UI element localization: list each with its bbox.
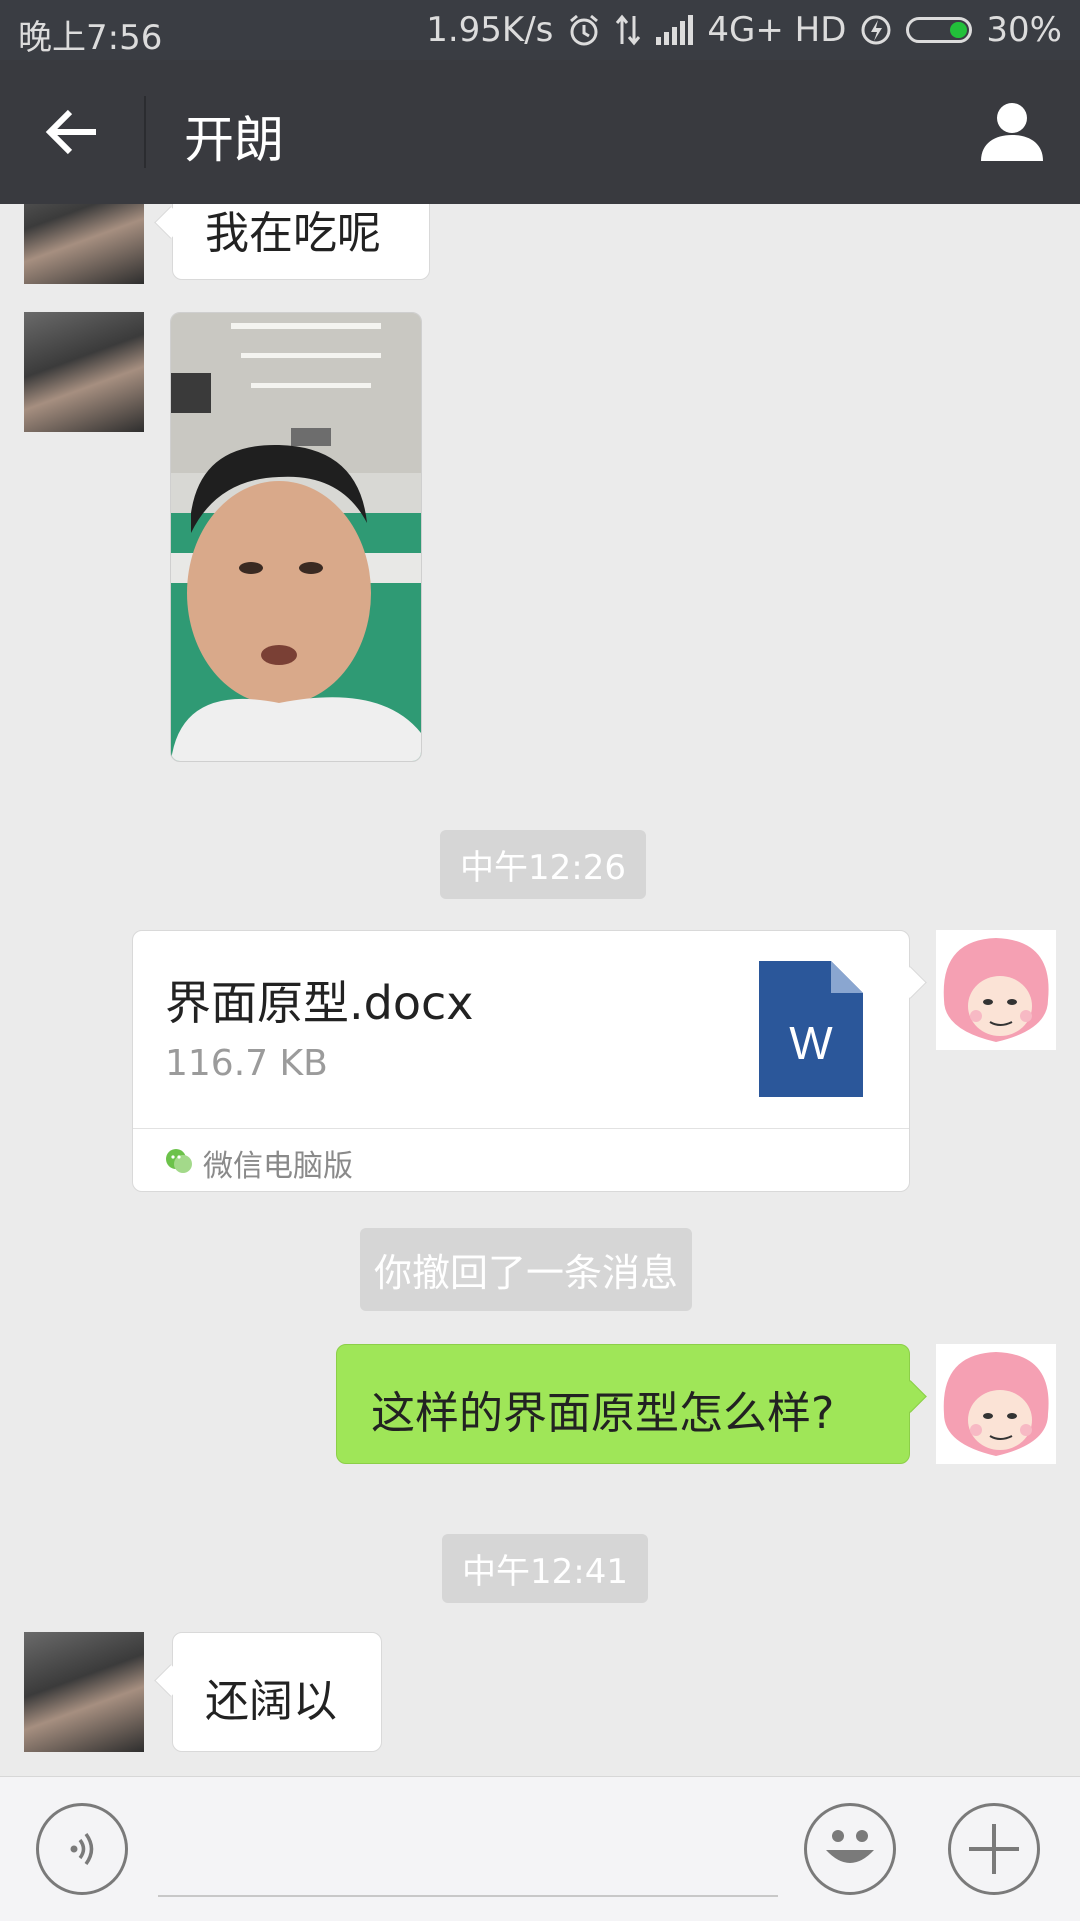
word-letter: W (789, 1017, 833, 1069)
battery-icon (906, 17, 973, 43)
network-type: 4G+ HD (707, 10, 847, 50)
arrow-left-icon (45, 109, 96, 155)
recall-notice: 你撤回了一条消息 (360, 1228, 693, 1311)
timestamp: 中午12:26 (440, 830, 646, 899)
back-button[interactable] (34, 94, 110, 170)
timestamp: 中午12:41 (442, 1534, 648, 1603)
status-right: 1.95K/s 4G+ HD 30% (426, 10, 1062, 50)
message-text: 这样的界面原型怎么样? (371, 1388, 835, 1439)
person-icon (981, 103, 1043, 161)
chat-header: 开朗 (0, 60, 1080, 204)
status-time: 晚上7:56 (18, 18, 163, 58)
avatar-image (936, 1344, 1056, 1464)
status-bar: 晚上7:56 1.95K/s 4G+ HD 30% (0, 0, 1080, 60)
contact-avatar[interactable] (24, 1632, 144, 1752)
contact-avatar[interactable] (24, 204, 144, 284)
message-text: 我在吃呢 (205, 208, 381, 259)
emoji-button[interactable] (804, 1803, 896, 1895)
file-footer: 微信电脑版 (133, 1128, 909, 1191)
message-input[interactable] (158, 1895, 778, 1897)
file-source: 微信电脑版 (203, 1149, 353, 1184)
emoji-icon (826, 1830, 874, 1863)
file-size: 116.7 KB (165, 1043, 328, 1084)
photo-image (171, 313, 421, 761)
contact-avatar[interactable] (24, 312, 144, 432)
data-transfer-icon (615, 14, 641, 46)
more-button[interactable] (948, 1803, 1040, 1895)
my-avatar[interactable] (936, 1344, 1056, 1464)
file-message[interactable]: 界面原型.docx 116.7 KB W 微信电脑版 (132, 930, 910, 1192)
message-bubble[interactable]: 我在吃呢 (172, 204, 430, 280)
input-bar (0, 1776, 1080, 1921)
voice-button[interactable] (36, 1803, 128, 1895)
battery-percent: 30% (986, 10, 1062, 50)
photo-message[interactable] (170, 312, 422, 762)
my-avatar[interactable] (936, 930, 1056, 1050)
profile-button[interactable] (974, 94, 1050, 170)
alarm-icon (567, 13, 601, 47)
wechat-icon (165, 1147, 193, 1175)
sent-message-bubble[interactable]: 这样的界面原型怎么样? (336, 1344, 910, 1464)
avatar-image (936, 930, 1056, 1050)
signal-icon (655, 15, 694, 45)
charging-icon (860, 14, 892, 46)
plus-icon (969, 1824, 1019, 1874)
message-bubble[interactable]: 还阔以 (172, 1632, 382, 1752)
chat-area[interactable]: 我在吃呢 中午12:26 界面原型.docx 116.7 KB W 微信电脑版 … (0, 204, 1080, 1776)
message-text: 还阔以 (205, 1676, 337, 1727)
net-speed: 1.95K/s (426, 10, 554, 50)
file-name: 界面原型.docx (165, 976, 474, 1030)
word-document-icon: W (759, 961, 863, 1097)
chat-title: 开朗 (184, 111, 284, 169)
voice-icon (70, 1832, 94, 1866)
header-divider (144, 96, 146, 168)
battery-fill (950, 22, 968, 38)
